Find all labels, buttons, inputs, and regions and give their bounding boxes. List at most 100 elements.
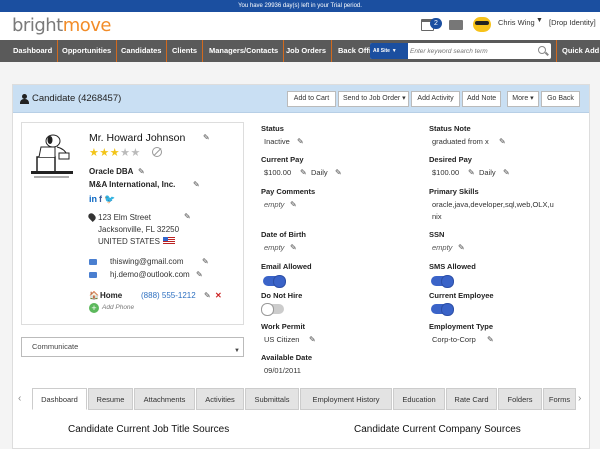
edit-pencil-icon[interactable]: ✎ <box>300 168 307 177</box>
search-input[interactable] <box>410 44 535 58</box>
main-content: Candidate (4268457) Add to Cart Send to … <box>0 62 600 449</box>
email-link-1[interactable]: thiswing@gmail.com <box>110 257 183 266</box>
phone-link[interactable]: (888) 555-1212 <box>141 291 196 300</box>
email-allowed-toggle[interactable] <box>263 275 286 288</box>
edit-pencil-icon[interactable]: ✎ <box>468 168 475 177</box>
edit-pencil-icon[interactable]: ✎ <box>309 335 316 344</box>
clear-rating-icon[interactable] <box>152 147 162 157</box>
star-icon[interactable]: ★ <box>120 147 130 159</box>
nav-quick-add[interactable]: Quick Add <box>556 40 600 62</box>
candidate-title: Oracle DBA <box>89 167 134 176</box>
map-marker-icon <box>87 212 97 222</box>
edit-pencil-icon[interactable]: ✎ <box>335 168 342 177</box>
nav-back-office[interactable]: Back Office <box>333 40 370 62</box>
brightmove-logo[interactable]: brightmove <box>12 15 112 36</box>
star-icon[interactable]: ★ <box>99 147 109 159</box>
current-pay-label: Current Pay <box>261 155 304 164</box>
desired-pay-label: Desired Pay <box>429 155 472 164</box>
current-pay-period: Daily <box>311 168 328 177</box>
work-permit-value: US Citizen <box>264 335 300 344</box>
tab-education[interactable]: Education <box>393 388 445 410</box>
go-back-button[interactable]: Go Back <box>541 91 580 107</box>
edit-pencil-icon[interactable]: ✎ <box>499 137 506 146</box>
address-line2: Jacksonville, FL 32250 <box>98 225 180 234</box>
edit-pencil-icon[interactable]: ✎ <box>184 212 191 221</box>
star-icon[interactable]: ★ <box>110 147 120 159</box>
star-icon[interactable]: ★ <box>89 147 99 159</box>
more-button[interactable]: More ▾ <box>507 91 539 107</box>
tab-submittals[interactable]: Submittals <box>245 388 299 410</box>
chevron-right-icon[interactable]: › <box>578 393 581 404</box>
edit-pencil-icon[interactable]: ✎ <box>202 257 209 266</box>
email-icon <box>89 259 97 265</box>
candidate-name: Mr. Howard Johnson <box>89 132 186 144</box>
edit-pencil-icon[interactable]: ✎ <box>193 180 200 189</box>
page-title: Candidate (4268457) <box>32 93 122 104</box>
tab-attachments[interactable]: Attachments <box>134 388 195 410</box>
sms-allowed-toggle[interactable] <box>431 275 454 288</box>
add-note-button[interactable]: Add Note <box>462 91 501 107</box>
drop-identity-link[interactable]: [Drop Identity] <box>549 18 596 27</box>
edit-pencil-icon[interactable]: ✎ <box>487 335 494 344</box>
email-icon <box>89 272 97 278</box>
nav-job-orders[interactable]: Job Orders <box>281 40 333 62</box>
linkedin-icon[interactable]: in <box>89 194 97 204</box>
address-country: UNITED STATES <box>98 237 175 246</box>
edit-pencil-icon[interactable]: ✎ <box>290 243 297 252</box>
tab-folders[interactable]: Folders <box>498 388 542 410</box>
add-activity-button[interactable]: Add Activity <box>411 91 460 107</box>
edit-pencil-icon[interactable]: ✎ <box>196 270 203 279</box>
tab-dashboard[interactable]: Dashboard <box>32 388 87 410</box>
tab-activities[interactable]: Activities <box>196 388 244 410</box>
edit-pencil-icon[interactable]: ✎ <box>138 167 145 176</box>
email-link-2[interactable]: hj.demo@outlook.com <box>110 270 190 279</box>
edit-pencil-icon[interactable]: ✎ <box>290 200 297 209</box>
edit-pencil-icon[interactable]: ✎ <box>458 243 465 252</box>
dashboard-content: Candidate Current Job Title Sources Cand… <box>12 410 590 449</box>
current-pay-amount: $100.00 <box>264 168 292 177</box>
star-icon[interactable]: ★ <box>131 147 141 159</box>
tab-resume[interactable]: Resume <box>88 388 133 410</box>
rating-stars[interactable]: ★★★★★ <box>89 146 141 159</box>
add-icon[interactable]: + <box>89 303 99 313</box>
do-not-hire-label: Do Not Hire <box>261 291 303 300</box>
delete-phone-icon[interactable]: ✕ <box>215 291 222 300</box>
edit-pencil-icon[interactable]: ✎ <box>204 291 211 300</box>
mail-icon[interactable] <box>449 20 463 30</box>
add-to-cart-button[interactable]: Add to Cart <box>287 91 336 107</box>
communicate-select[interactable]: Communicate ▼ <box>21 337 244 357</box>
chevron-left-icon[interactable]: ‹ <box>18 393 21 404</box>
edit-pencil-icon[interactable]: ✎ <box>297 137 304 146</box>
notification-badge[interactable]: 2 <box>430 18 442 29</box>
job-title-sources-heading: Candidate Current Job Title Sources <box>68 424 230 435</box>
dob-label: Date of Birth <box>261 230 306 239</box>
twitter-icon[interactable]: 🐦 <box>104 194 115 204</box>
do-not-hire-toggle[interactable] <box>261 303 284 316</box>
chevron-down-icon: ▼ <box>234 348 240 354</box>
nav-opportunities[interactable]: Opportunities <box>57 40 118 62</box>
facebook-icon[interactable]: f <box>99 194 102 204</box>
nav-dashboard[interactable]: Dashboard <box>8 40 59 62</box>
nav-managers-contacts[interactable]: Managers/Contacts <box>204 40 285 62</box>
us-flag-icon <box>162 237 175 245</box>
candidate-panel: Candidate (4268457) Add to Cart Send to … <box>12 84 590 439</box>
search-scope-select[interactable]: All Site ▼ <box>370 43 408 59</box>
tab-forms[interactable]: Forms <box>543 388 576 410</box>
tab-employment-history[interactable]: Employment History <box>300 388 392 410</box>
nav-candidates[interactable]: Candidates <box>116 40 168 62</box>
user-name[interactable]: Chris Wing <box>498 18 535 27</box>
detail-tabs: ‹ Dashboard Resume Attachments Activitie… <box>12 388 590 410</box>
edit-pencil-icon[interactable]: ✎ <box>503 168 510 177</box>
tab-rate-card[interactable]: Rate Card <box>446 388 497 410</box>
edit-pencil-icon[interactable]: ✎ <box>203 133 210 142</box>
trial-banner: You have 29936 day(s) left in your Trial… <box>0 0 600 12</box>
nav-clients[interactable]: Clients <box>167 40 204 62</box>
add-phone-link[interactable]: Add Phone <box>102 304 134 311</box>
search-icon[interactable] <box>538 46 546 54</box>
avatar[interactable] <box>473 17 491 32</box>
dob-value: empty <box>264 243 285 252</box>
send-to-job-order-button[interactable]: Send to Job Order ▾ <box>338 91 409 107</box>
status-value: Inactive <box>264 137 290 146</box>
current-employee-toggle[interactable] <box>431 303 454 316</box>
chevron-down-icon[interactable]: ▼ <box>536 17 543 24</box>
